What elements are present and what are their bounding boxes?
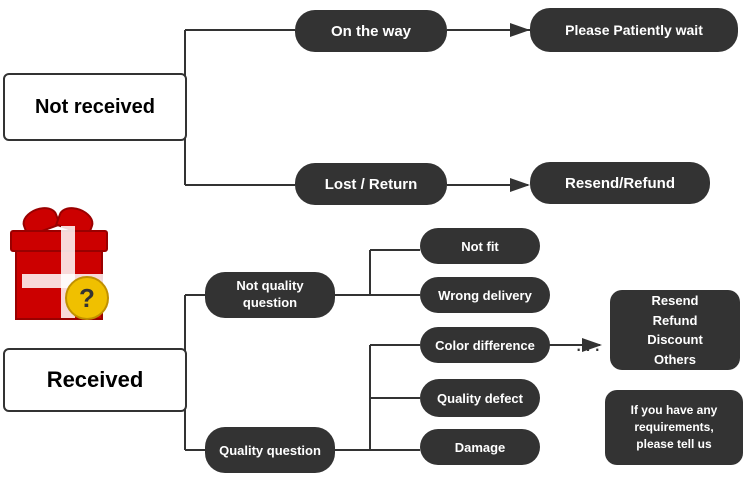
quality-defect-box: Quality defect (420, 379, 540, 417)
color-difference-box: Color difference (420, 327, 550, 363)
lost-return-box: Lost / Return (295, 163, 447, 205)
not-fit-box: Not fit (420, 228, 540, 264)
received-box: Received (3, 348, 187, 412)
not-quality-question-box: Not quality question (205, 272, 335, 318)
please-wait-box: Please Patiently wait (530, 8, 738, 52)
diagram: Not received On the way Please Patiently… (0, 0, 750, 500)
wrong-delivery-box: Wrong delivery (420, 277, 550, 313)
quality-question-box: Quality question (205, 427, 335, 473)
on-the-way-box: On the way (295, 10, 447, 52)
question-badge: ? (65, 276, 109, 320)
ellipsis: ··· (575, 336, 603, 362)
resolutions-box: Resend Refund Discount Others (610, 290, 740, 370)
not-received-box: Not received (3, 73, 187, 141)
gift-icon: ? (10, 210, 110, 320)
requirements-box: If you have any requirements, please tel… (605, 390, 743, 465)
damage-box: Damage (420, 429, 540, 465)
resend-refund-box: Resend/Refund (530, 162, 710, 204)
